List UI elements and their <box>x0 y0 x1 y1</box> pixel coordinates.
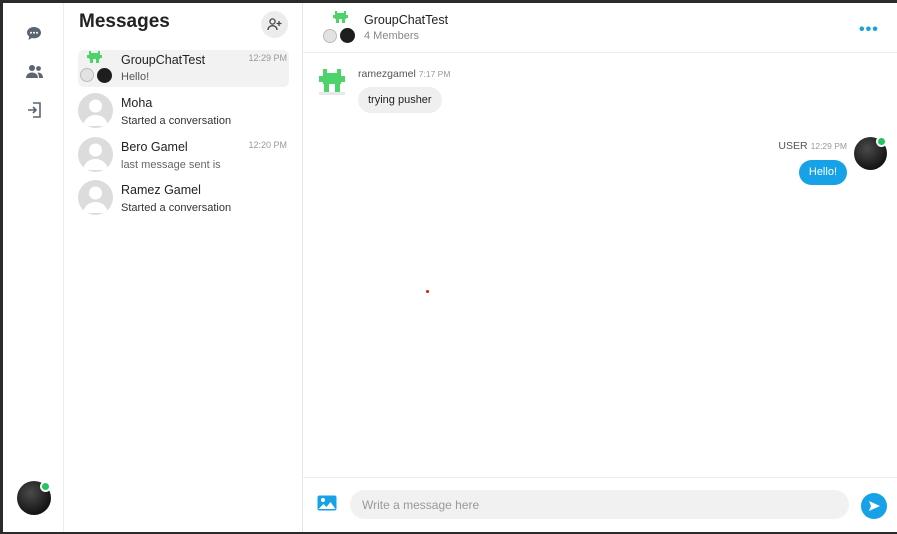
list-title: Messages <box>79 11 170 32</box>
sender-name: USER <box>778 140 808 152</box>
message-composer <box>303 477 897 532</box>
message-sender: USER 12:29 PM <box>778 140 847 152</box>
conversation-last-message: Started a conversation <box>121 202 232 214</box>
add-user-button[interactable] <box>261 11 288 38</box>
conversation-time: 12:20 PM <box>248 140 287 150</box>
chat-icon[interactable] <box>23 22 45 44</box>
conversation-name: Ramez Gamel <box>121 183 201 197</box>
conversation-item-bero-gamel[interactable]: Bero Gamel last message sent is 12:20 PM <box>78 137 289 175</box>
more-options-icon[interactable]: ••• <box>859 21 879 39</box>
users-icon[interactable] <box>23 60 45 82</box>
message-time: 12:29 PM <box>810 141 847 151</box>
conversation-list: Messages GroupChatTest Hello! 12:29 PM M… <box>64 3 303 532</box>
conversation-name: Moha <box>121 96 153 110</box>
conversation-item-groupchattest[interactable]: GroupChatTest Hello! 12:29 PM <box>78 50 289 87</box>
message-time: 7:17 PM <box>418 69 451 79</box>
conversation-name: Bero Gamel <box>121 140 188 154</box>
conversation-item-ramez-gamel[interactable]: Ramez Gamel Started a conversation <box>78 180 289 218</box>
conversation-time: 12:29 PM <box>248 53 287 63</box>
member-avatar <box>340 28 355 43</box>
send-icon <box>868 501 880 511</box>
chat-header: GroupChatTest 4 Members ••• <box>303 3 897 53</box>
default-avatar <box>78 93 113 128</box>
conversation-last-message: Hello! <box>121 71 150 83</box>
member-avatar <box>97 68 112 83</box>
send-button[interactable] <box>861 493 887 519</box>
member-avatar <box>323 29 337 43</box>
chat-title: GroupChatTest <box>364 13 449 27</box>
image-upload-icon[interactable] <box>317 495 337 516</box>
app-window: Messages GroupChatTest Hello! 12:29 PM M… <box>3 3 897 532</box>
sender-name: ramezgamel <box>358 68 416 80</box>
online-status-dot <box>40 481 51 492</box>
online-status-dot <box>876 136 887 147</box>
conversation-last-message: Started a conversation <box>121 115 232 127</box>
cursor-dot <box>426 290 429 293</box>
default-avatar <box>78 137 113 172</box>
conversation-last-message: last message sent is <box>121 159 221 171</box>
default-avatar <box>78 180 113 215</box>
conversation-name: GroupChatTest <box>121 53 206 67</box>
message-input[interactable] <box>350 490 849 519</box>
message-bubble-outgoing: Hello! <box>798 160 847 185</box>
add-user-icon <box>267 18 282 31</box>
sender-avatar <box>316 66 348 103</box>
member-avatar <box>80 68 94 82</box>
conversation-item-moha[interactable]: Moha Started a conversation <box>78 93 289 131</box>
chat-panel: GroupChatTest 4 Members ••• ramezgamel 7:… <box>303 3 897 532</box>
message-bubble-incoming: trying pusher <box>358 87 442 113</box>
message-sender: ramezgamel 7:17 PM <box>358 68 450 80</box>
nav-rail <box>3 3 64 532</box>
logout-icon[interactable] <box>23 99 45 121</box>
chat-member-count: 4 Members <box>364 30 420 42</box>
